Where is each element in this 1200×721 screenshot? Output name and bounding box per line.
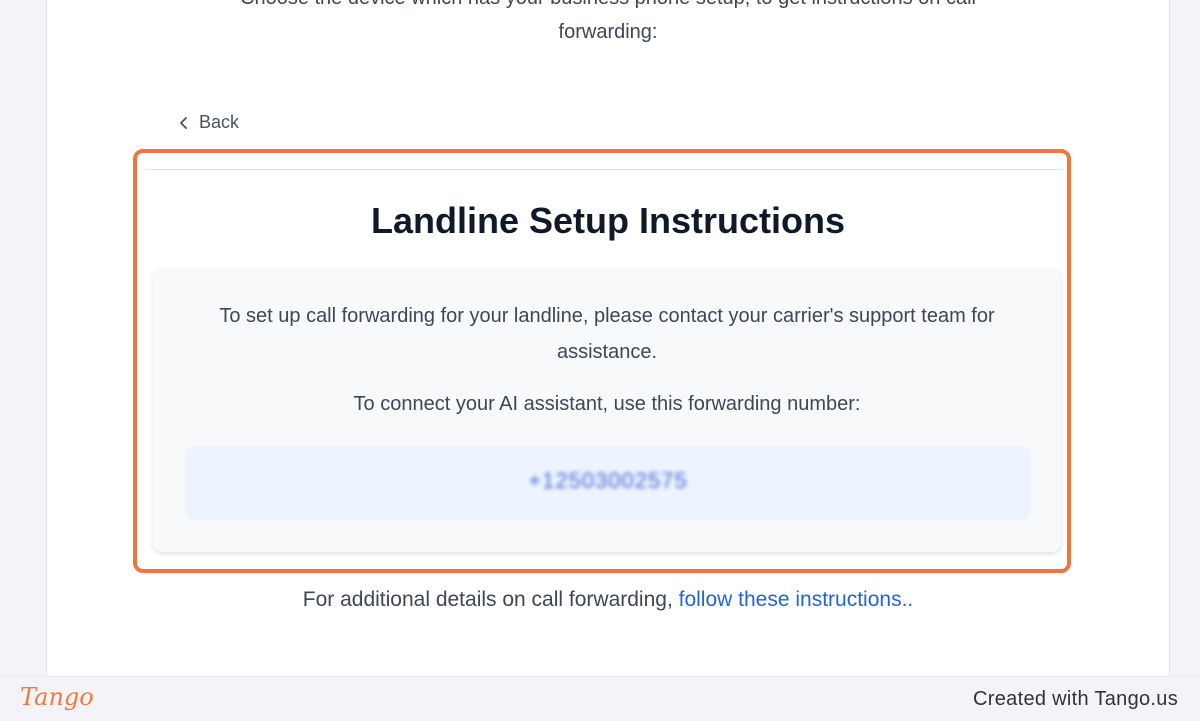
additional-details-text: For additional details on call forwardin… [47, 588, 1169, 612]
follow-instructions-link[interactable]: follow these instructions.. [679, 588, 914, 611]
intro-text-line1: Choose the device which has your busines… [47, 0, 1169, 15]
step-highlight-frame [133, 149, 1071, 573]
tango-credit: Created with Tango.us [973, 688, 1178, 710]
intro-text-line2: forwarding: [558, 21, 658, 43]
additional-details-prefix: For additional details on call forwardin… [302, 588, 679, 611]
content-panel: Choose the device which has your busines… [46, 0, 1170, 676]
tango-logo: Tango [20, 683, 94, 711]
chevron-left-icon [179, 116, 189, 130]
page: Choose the device which has your busines… [0, 0, 1200, 721]
tango-watermark-bar: Tango Created with Tango.us [0, 676, 1200, 721]
back-label: Back [199, 112, 240, 132]
back-button[interactable]: Back [179, 112, 239, 133]
